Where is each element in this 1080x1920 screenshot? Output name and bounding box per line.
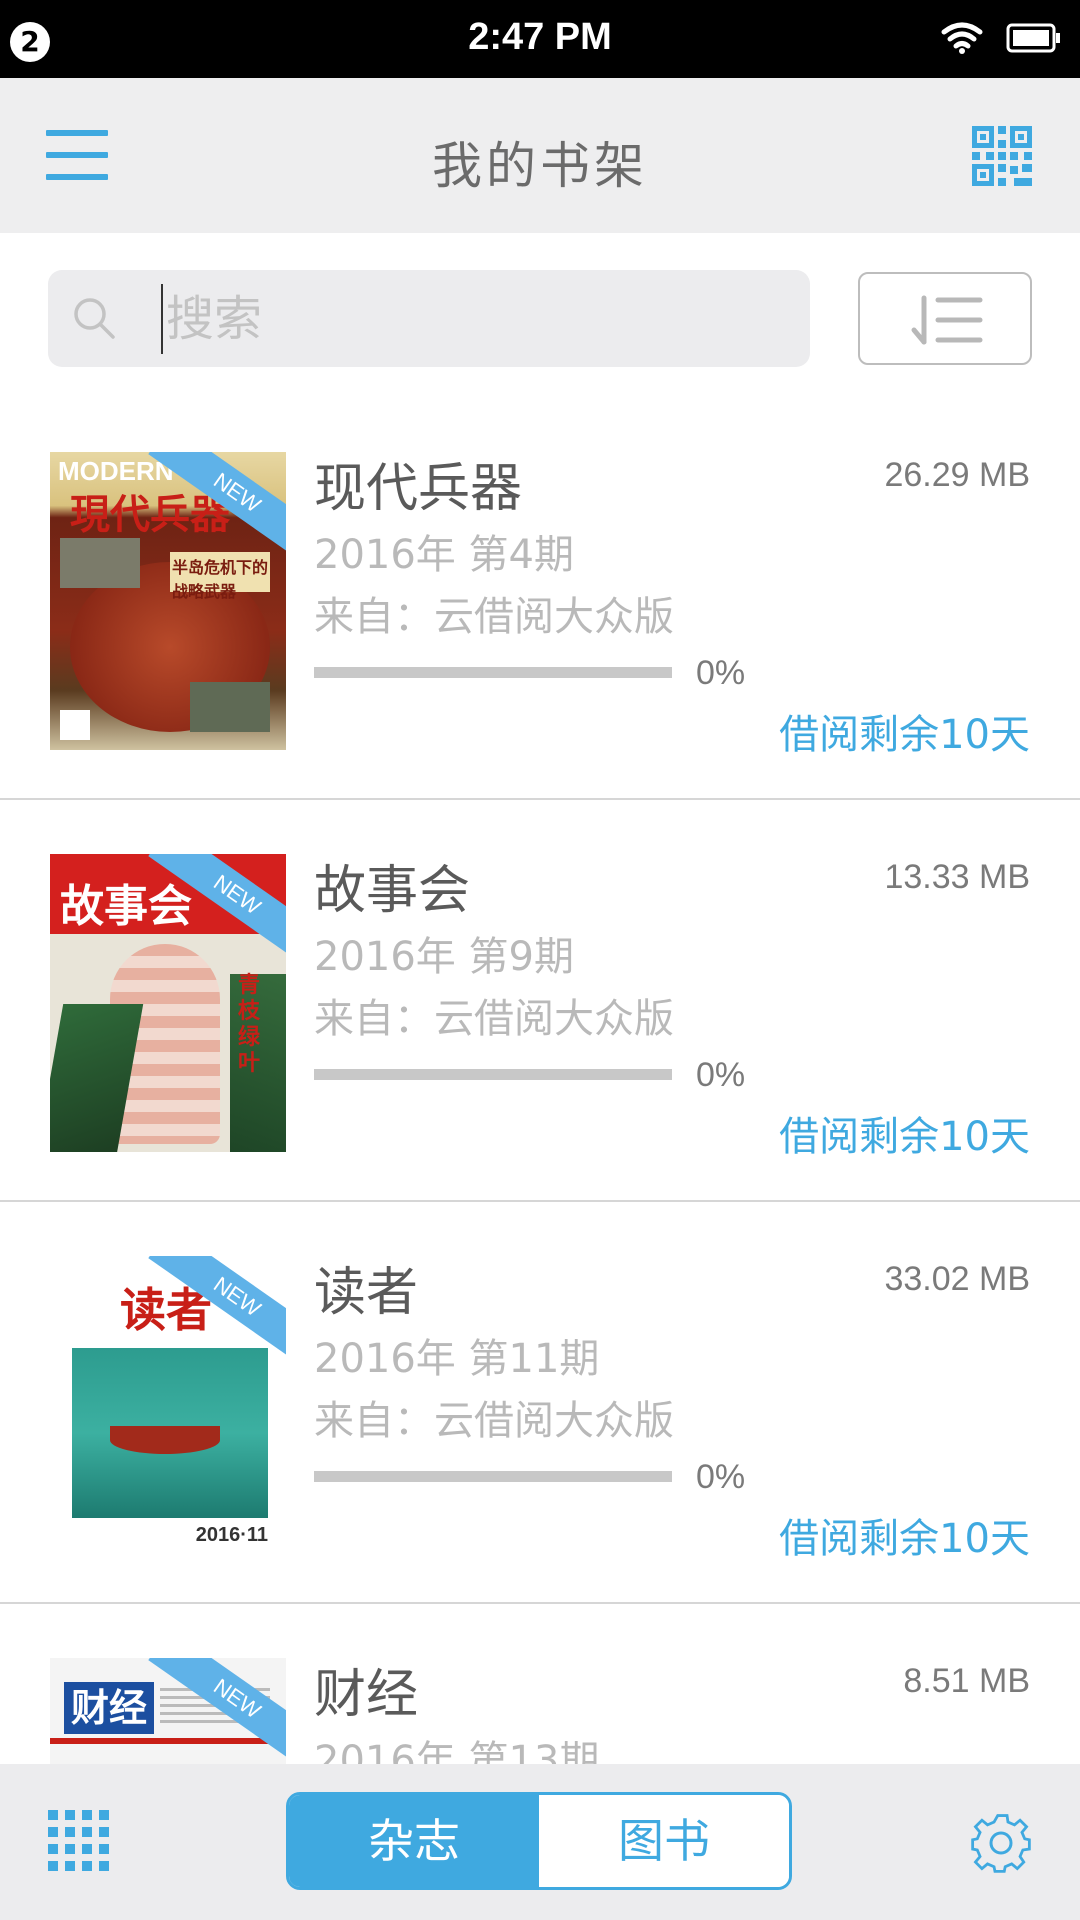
- tab-books[interactable]: 图书: [539, 1795, 789, 1887]
- magazine-title: 现代兵器: [314, 459, 523, 519]
- issue-label: 2016年 第11期: [314, 1336, 600, 1382]
- progress-percent: 0%: [696, 1458, 746, 1496]
- source-label: 来自：云借阅大众版: [314, 1398, 674, 1444]
- sort-list-icon: [911, 295, 983, 345]
- issue-label: 2016年 第13期: [314, 1738, 600, 1764]
- qr-code-icon[interactable]: [972, 126, 1032, 186]
- tab-magazines[interactable]: 杂志: [289, 1795, 539, 1887]
- magazine-title: 财经: [314, 1665, 419, 1725]
- magazine-title: 读者: [314, 1263, 419, 1323]
- magazine-cover-image[interactable]: MODERN 現代兵器 半岛危机下的战略武器 NEW: [50, 452, 286, 750]
- category-segmented-control: 杂志 图书: [286, 1792, 792, 1890]
- source-label: 来自：云借阅大众版: [314, 996, 674, 1042]
- search-icon: [74, 298, 115, 339]
- download-progress-bar: [314, 1471, 672, 1482]
- wifi-icon: [941, 22, 983, 54]
- magazine-list: MODERN 現代兵器 半岛危机下的战略武器 NEW 现代兵器 26.29 MB…: [0, 398, 1080, 1764]
- list-item[interactable]: MODERN 現代兵器 半岛危机下的战略武器 NEW 现代兵器 26.29 MB…: [0, 398, 1080, 800]
- grid-icon[interactable]: [48, 1810, 110, 1872]
- sort-button[interactable]: [858, 272, 1032, 365]
- magazine-cover-image[interactable]: 读者 2016·11 NEW: [50, 1256, 286, 1554]
- list-item[interactable]: 财经 NEW 财经 8.51 MB 2016年 第13期: [0, 1604, 1080, 1764]
- file-size: 33.02 MB: [884, 1260, 1030, 1298]
- battery-icon: [1006, 23, 1060, 53]
- list-item[interactable]: 读者 2016·11 NEW 读者 33.02 MB 2016年 第11期 来自…: [0, 1202, 1080, 1604]
- source-label: 来自：云借阅大众版: [314, 594, 674, 640]
- borrow-remaining-label: 借阅剩余10天: [779, 1114, 1030, 1160]
- magazine-cover-image[interactable]: 故事会 青枝绿叶 NEW: [50, 854, 286, 1152]
- magazine-title: 故事会: [314, 861, 471, 921]
- status-bar: 2 2:47 PM: [0, 0, 1080, 78]
- nav-bar: 我的书架: [0, 78, 1080, 233]
- issue-label: 2016年 第4期: [314, 532, 574, 578]
- magazine-cover-image[interactable]: 财经 NEW: [50, 1658, 286, 1764]
- download-progress-bar: [314, 1069, 672, 1080]
- gear-icon[interactable]: [970, 1812, 1032, 1874]
- file-size: 13.33 MB: [884, 858, 1030, 896]
- borrow-remaining-label: 借阅剩余10天: [779, 712, 1030, 758]
- download-progress-bar: [314, 667, 672, 678]
- file-size: 8.51 MB: [903, 1662, 1030, 1700]
- search-input[interactable]: [166, 284, 766, 354]
- bottom-bar: 杂志 图书: [0, 1764, 1080, 1920]
- file-size: 26.29 MB: [884, 456, 1030, 494]
- text-cursor: [161, 284, 163, 354]
- page-title: 我的书架: [432, 137, 648, 195]
- progress-percent: 0%: [696, 654, 746, 692]
- borrow-remaining-label: 借阅剩余10天: [779, 1516, 1030, 1562]
- status-time: 2:47 PM: [468, 16, 612, 58]
- search-box[interactable]: [48, 270, 810, 367]
- progress-percent: 0%: [696, 1056, 746, 1094]
- list-item[interactable]: 故事会 青枝绿叶 NEW 故事会 13.33 MB 2016年 第9期 来自：云…: [0, 800, 1080, 1202]
- issue-label: 2016年 第9期: [314, 934, 574, 980]
